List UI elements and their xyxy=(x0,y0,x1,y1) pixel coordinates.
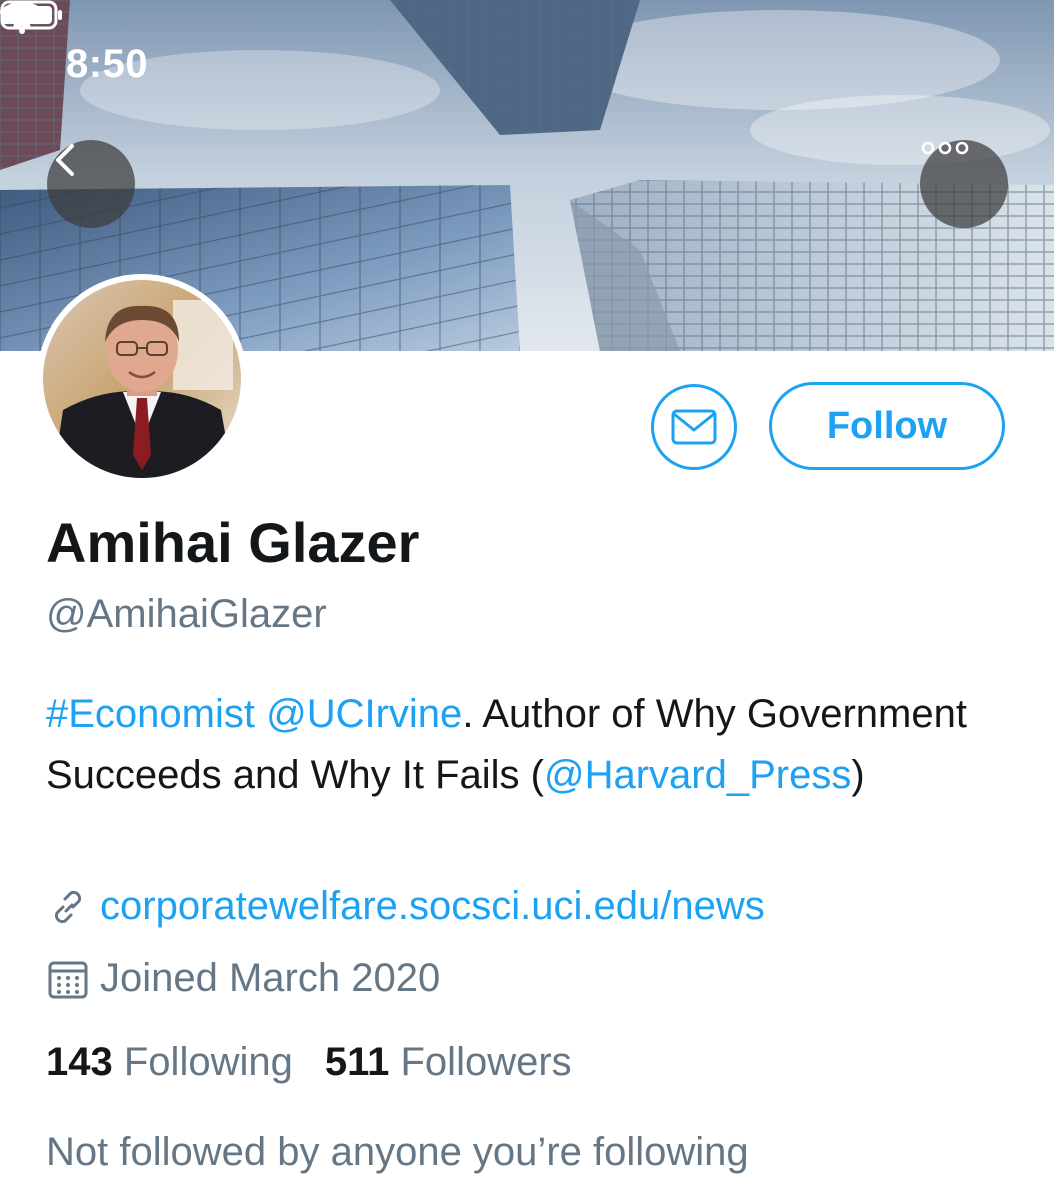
display-name: Amihai Glazer xyxy=(46,511,420,574)
bio-text-end: ) xyxy=(851,753,865,797)
profile-page: 8:50 Follow Amihai Glazer @AmihaiGlazer … xyxy=(0,0,1054,1200)
bio-mention-ucirvine[interactable]: @UCIrvine xyxy=(266,692,462,736)
following-count: 143 xyxy=(46,1040,113,1084)
handle: @AmihaiGlazer xyxy=(46,592,327,636)
battery-icon xyxy=(0,0,62,30)
followed-by-note: Not followed by anyone you’re following xyxy=(46,1130,749,1174)
avatar-photo xyxy=(43,280,241,478)
followers-label: Followers xyxy=(400,1040,572,1084)
followers-count: 511 xyxy=(324,1040,390,1084)
calendar-icon xyxy=(48,961,88,998)
chevron-left-icon xyxy=(56,144,74,176)
ellipsis-icon xyxy=(921,141,969,155)
more-options-button[interactable] xyxy=(920,140,1008,228)
joined-date: Joined March 2020 xyxy=(100,956,441,1000)
link-icon xyxy=(54,890,82,923)
stats-row: 143 Following 511 Followers xyxy=(46,1040,572,1085)
message-button[interactable] xyxy=(651,384,737,470)
website-row: corporatewelfare.socsci.uci.edu/news xyxy=(46,884,765,929)
followers-stat[interactable]: 511 Followers xyxy=(325,1040,572,1085)
bio: #Economist @UCIrvine. Author of Why Gove… xyxy=(46,684,1016,806)
following-stat[interactable]: 143 Following xyxy=(46,1040,293,1085)
website-link[interactable]: corporatewelfare.socsci.uci.edu/news xyxy=(100,884,765,929)
joined-row: Joined March 2020 xyxy=(46,956,440,1001)
status-time: 8:50 xyxy=(66,42,149,86)
bio-hashtag-link[interactable]: #Economist xyxy=(46,692,255,736)
bio-mention-harvard-press[interactable]: @Harvard_Press xyxy=(544,753,851,797)
back-button[interactable] xyxy=(47,140,135,228)
following-label: Following xyxy=(123,1040,293,1084)
avatar[interactable] xyxy=(37,274,247,484)
follow-button[interactable]: Follow xyxy=(769,382,1005,470)
envelope-icon xyxy=(671,409,717,445)
